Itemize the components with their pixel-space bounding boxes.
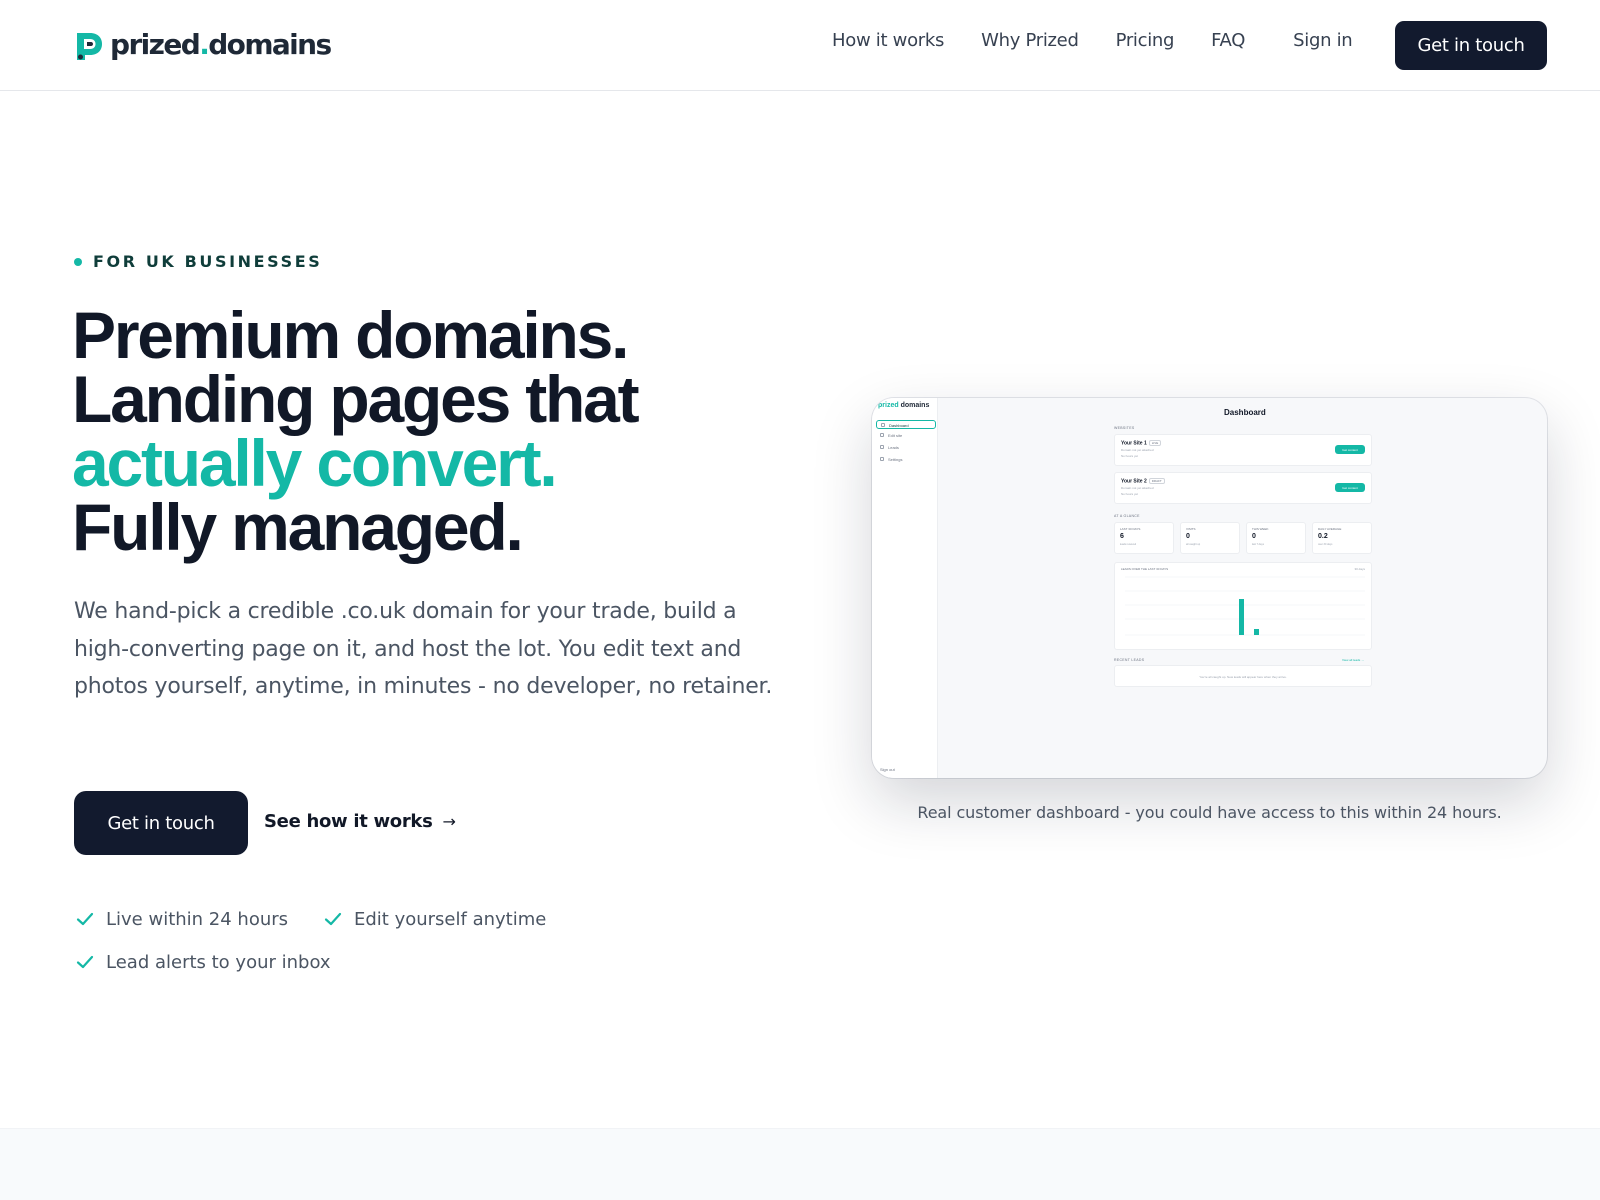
preview-sign-out: Sign out xyxy=(880,767,895,772)
eyebrow-text: FOR UK BUSINESSES xyxy=(93,252,323,271)
preview-caption: Real customer dashboard - you could have… xyxy=(917,803,1502,822)
check-icon xyxy=(76,955,94,969)
home-icon xyxy=(881,423,885,427)
preview-site-button: Get content xyxy=(1335,445,1365,454)
stat-value: 0.2 xyxy=(1318,533,1328,540)
preview-leads-chart: LEADS OVER THE LAST 30 DAYS 30 days xyxy=(1114,562,1372,650)
preview-site-name: Your Site 2 DRAFT xyxy=(1121,478,1165,484)
preview-recent-leads: You're all caught up. New leads will app… xyxy=(1114,665,1372,687)
see-how-it-works-label: See how it works xyxy=(264,811,433,832)
preview-stat-card: THIS WEEK 0 last 7 days xyxy=(1246,522,1306,554)
preview-nav-dashboard: Dashboard xyxy=(876,420,936,429)
pencil-icon xyxy=(880,433,884,437)
preview-sites-label: WEBSITES xyxy=(1114,426,1135,430)
chart-bar xyxy=(1254,629,1259,635)
preview-logo: prized domains xyxy=(878,402,930,409)
preview-site-detail: No hours yet xyxy=(1121,454,1139,458)
stat-title: THIS WEEK xyxy=(1252,527,1269,531)
benefit-item: Live within 24 hours xyxy=(74,908,288,930)
nav-faq[interactable]: FAQ xyxy=(1211,30,1245,51)
arrow-right-icon: → xyxy=(442,812,456,831)
gear-icon xyxy=(880,457,884,461)
preview-site-name: Your Site 1 LIVE xyxy=(1121,440,1162,446)
eyebrow-dot-icon xyxy=(74,257,82,266)
preview-view-all-link: View all leads → xyxy=(1342,658,1365,662)
hero-eyebrow: FOR UK BUSINESSES xyxy=(74,252,322,271)
preview-sidebar: prized domains Dashboard Edit site Leads… xyxy=(872,398,938,778)
nav-why-prized[interactable]: Why Prized xyxy=(981,30,1079,51)
preview-page-title: Dashboard xyxy=(1224,408,1266,417)
stat-title: VISITS xyxy=(1186,527,1196,531)
preview-nav-leads: Leads xyxy=(876,443,936,452)
inbox-icon xyxy=(880,445,884,449)
chart-plot xyxy=(1125,576,1365,636)
recent-empty-text: You're all caught up. New leads will app… xyxy=(1199,675,1287,679)
nav-how-it-works[interactable]: How it works xyxy=(832,30,944,51)
stat-title: LAST 30 DAYS xyxy=(1120,527,1141,531)
sign-in-link[interactable]: Sign in xyxy=(1293,30,1353,51)
preview-site-detail: No hours yet xyxy=(1121,492,1139,496)
preview-site-detail: Domain not yet attached xyxy=(1121,486,1154,490)
nav-pricing[interactable]: Pricing xyxy=(1116,30,1175,51)
logo-mark-icon xyxy=(77,33,102,60)
headline-line-3-accent: actually convert. xyxy=(72,426,558,500)
preview-stat-card: DAILY AVERAGE 0.2 over 30 days xyxy=(1312,522,1372,554)
check-icon xyxy=(324,912,342,926)
preview-site-detail: Domain not yet attached xyxy=(1121,448,1154,452)
preview-site-card: Your Site 2 DRAFT Domain not yet attached… xyxy=(1114,472,1372,504)
chart-bar xyxy=(1239,599,1244,635)
stat-sub: leads received xyxy=(1120,543,1137,546)
main-nav: How it works Why Prized Pricing FAQ Sign… xyxy=(832,21,1547,70)
benefit-item: Edit yourself anytime xyxy=(322,908,546,930)
hero-get-in-touch-button[interactable]: Get in touch xyxy=(74,791,248,855)
stat-sub: over 30 days xyxy=(1318,543,1333,546)
brand-logo[interactable]: prized.domains xyxy=(74,26,332,62)
headline-line-1: Premium domains. xyxy=(72,298,629,372)
preview-site-card: Your Site 1 LIVE Domain not yet attached … xyxy=(1114,434,1372,466)
stat-title: DAILY AVERAGE xyxy=(1318,527,1342,531)
preview-stat-card: VISITS 0 all caught up xyxy=(1180,522,1240,554)
header-get-in-touch-button[interactable]: Get in touch xyxy=(1395,21,1547,70)
check-icon xyxy=(76,912,94,926)
dashboard-preview: prized domains Dashboard Edit site Leads… xyxy=(872,398,1547,778)
headline-line-4: Fully managed. xyxy=(72,490,524,564)
brand-wordmark: prized.domains xyxy=(110,27,332,61)
preview-stats-label: AT A GLANCE xyxy=(1114,514,1140,518)
benefit-item: Lead alerts to your inbox xyxy=(74,951,331,973)
preview-nav-edit-site: Edit site xyxy=(876,431,936,440)
stat-value: 6 xyxy=(1120,533,1124,540)
headline-line-2: Landing pages that xyxy=(72,362,640,436)
hero-headline: Premium domains. Landing pages that actu… xyxy=(72,298,640,564)
see-how-it-works-link[interactable]: See how it works → xyxy=(264,811,456,832)
preview-nav-settings: Settings xyxy=(876,455,936,464)
preview-stat-card: LAST 30 DAYS 6 leads received xyxy=(1114,522,1174,554)
stat-sub: all caught up xyxy=(1186,543,1201,546)
benefit-label: Edit yourself anytime xyxy=(354,908,547,930)
stat-value: 0 xyxy=(1252,533,1256,540)
benefit-label: Live within 24 hours xyxy=(106,908,289,930)
next-section-band xyxy=(0,1128,1600,1200)
hero-description: We hand-pick a credible .co.uk domain fo… xyxy=(74,599,773,699)
stat-sub: last 7 days xyxy=(1252,543,1264,546)
stat-value: 0 xyxy=(1186,533,1190,540)
preview-site-button: Get content xyxy=(1335,483,1365,492)
site-header: prized.domains How it works Why Prized P… xyxy=(0,0,1600,91)
benefit-label: Lead alerts to your inbox xyxy=(106,951,331,973)
preview-recent-label: RECENT LEADS xyxy=(1114,658,1145,662)
